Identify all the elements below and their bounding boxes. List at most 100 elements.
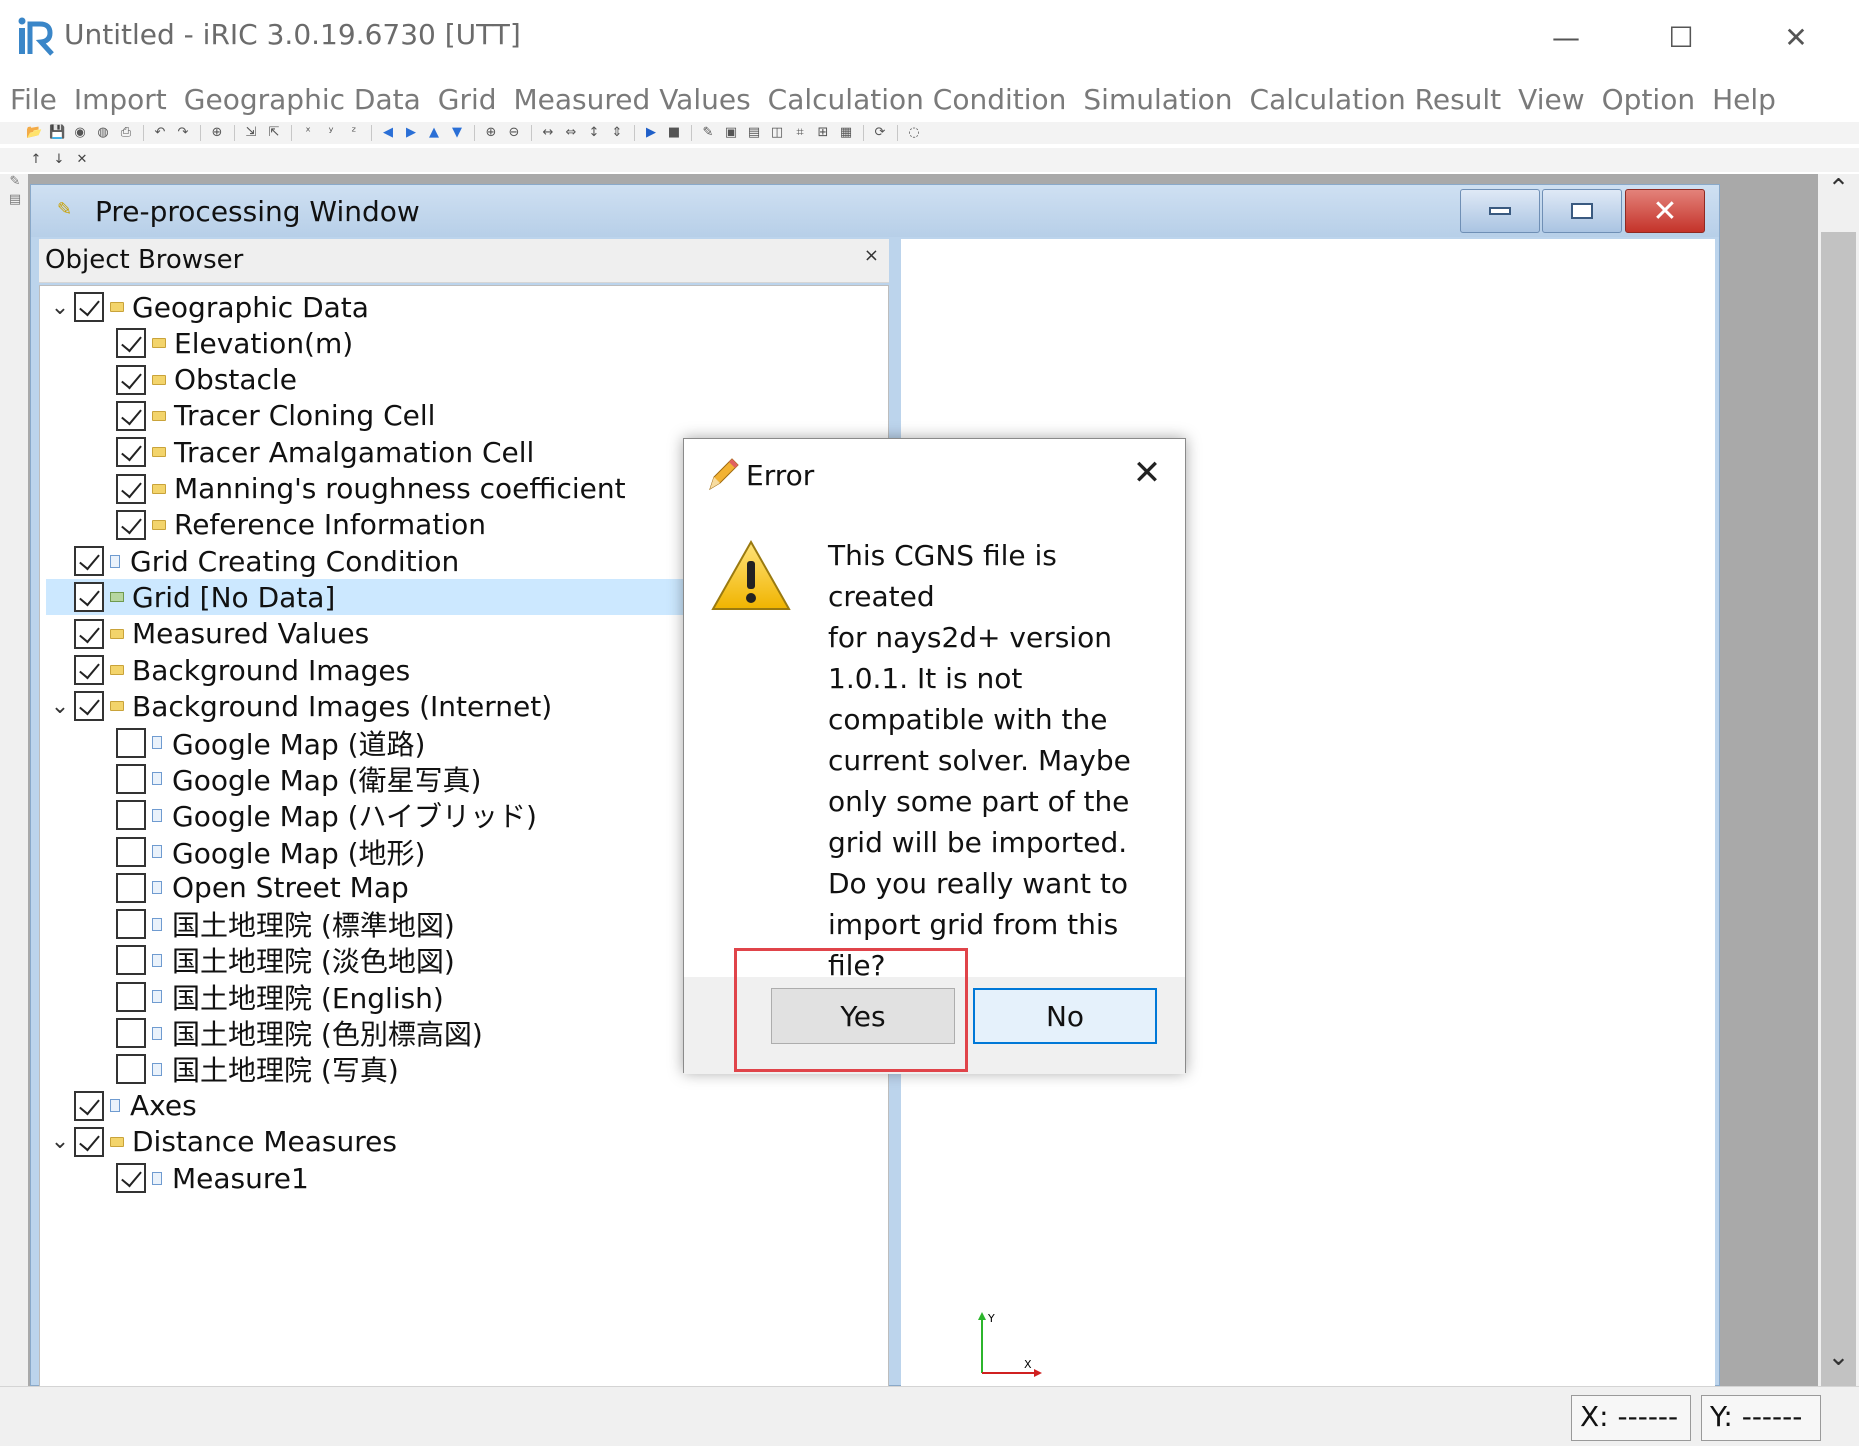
tree-item-checkbox[interactable] bbox=[116, 1018, 146, 1048]
vertical-scrollbar[interactable]: ⌃ ⌄ bbox=[1818, 174, 1859, 1428]
tree-item-checkbox[interactable] bbox=[116, 1163, 146, 1194]
tree-item[interactable]: Measured Values bbox=[46, 616, 369, 652]
scroll-down-icon[interactable]: ⌄ bbox=[1818, 1342, 1859, 1382]
tree-item-checkbox[interactable] bbox=[74, 1126, 104, 1157]
tree-item-checkbox[interactable] bbox=[74, 691, 104, 722]
property-dock-icon[interactable]: ▤ bbox=[6, 192, 24, 210]
stop-icon[interactable]: ■ bbox=[666, 125, 682, 141]
tree-item[interactable]: Manning's roughness coefficient bbox=[88, 471, 626, 507]
tree-item-checkbox[interactable] bbox=[74, 292, 104, 322]
tree-item[interactable]: Background Images bbox=[46, 652, 410, 688]
tree-item[interactable]: Tracer Amalgamation Cell bbox=[88, 434, 534, 470]
save-icon[interactable]: 💾 bbox=[49, 125, 65, 141]
tree-item[interactable]: Google Map (道路) bbox=[88, 725, 425, 761]
tree-item[interactable]: Reference Information bbox=[88, 507, 486, 543]
tree-item-checkbox[interactable] bbox=[74, 546, 104, 577]
graph-alt-icon[interactable]: ⊞ bbox=[815, 125, 831, 141]
snapshot-movie-icon[interactable]: ◍ bbox=[95, 125, 111, 141]
edit-icon[interactable]: ✎ bbox=[700, 125, 716, 141]
arrow-up-icon[interactable]: ↑ bbox=[28, 152, 44, 168]
x-axis-icon[interactable]: ˣ bbox=[300, 125, 316, 141]
tree-item[interactable]: 国土地理院 (写真) bbox=[88, 1051, 399, 1087]
object-browser-close-icon[interactable]: × bbox=[864, 245, 879, 266]
tree-item[interactable]: Elevation(m) bbox=[88, 325, 353, 361]
pre-window-titlebar[interactable]: ✎ Pre-processing Window ✕ bbox=[31, 185, 1719, 237]
view-3d-icon[interactable]: ◫ bbox=[769, 125, 785, 141]
menu-calculation-condition[interactable]: Calculation Condition bbox=[768, 83, 1067, 116]
refresh-icon[interactable]: ⟳ bbox=[872, 125, 888, 141]
menu-option[interactable]: Option bbox=[1602, 83, 1695, 116]
tree-item[interactable]: ⌄ Distance Measures bbox=[46, 1124, 397, 1160]
tree-item-checkbox[interactable] bbox=[74, 582, 104, 613]
no-button[interactable]: No bbox=[973, 988, 1157, 1044]
redo-icon[interactable]: ↷ bbox=[175, 125, 191, 141]
pre-window-restore-button[interactable] bbox=[1542, 189, 1622, 233]
minimize-button[interactable]: — bbox=[1526, 14, 1606, 60]
menu-import[interactable]: Import bbox=[74, 83, 167, 116]
menu-help[interactable]: Help bbox=[1712, 83, 1776, 116]
move-right-icon[interactable]: ▶ bbox=[403, 125, 419, 141]
pre-window-close-button[interactable]: ✕ bbox=[1625, 189, 1705, 233]
scroll-up-icon[interactable]: ⌃ bbox=[1818, 174, 1859, 214]
run-icon[interactable]: ▶ bbox=[643, 125, 659, 141]
tree-item-checkbox[interactable] bbox=[116, 400, 146, 431]
zoom-in-icon[interactable]: ⊕ bbox=[483, 125, 499, 141]
scrollbar-thumb[interactable] bbox=[1821, 232, 1856, 1428]
chevron-down-icon[interactable]: ⌄ bbox=[46, 1129, 74, 1154]
dialog-close-button[interactable]: ✕ bbox=[1127, 453, 1167, 493]
tree-item-checkbox[interactable] bbox=[116, 981, 146, 1012]
arrow-down-icon[interactable]: ↓ bbox=[51, 152, 67, 168]
tree-item[interactable]: Google Map (衛星写真) bbox=[88, 761, 481, 797]
tree-item-checkbox[interactable] bbox=[116, 800, 146, 831]
import-icon[interactable]: ⇲ bbox=[243, 125, 259, 141]
tree-item-checkbox[interactable] bbox=[116, 763, 146, 794]
tree-item-checkbox[interactable] bbox=[74, 1090, 104, 1121]
tree-item-checkbox[interactable] bbox=[116, 364, 146, 395]
tree-item-checkbox[interactable] bbox=[116, 872, 146, 903]
view-2d-icon[interactable]: ▣ bbox=[723, 125, 739, 141]
graph-table-icon[interactable]: ▦ bbox=[838, 125, 854, 141]
print-icon[interactable]: ⎙ bbox=[118, 125, 134, 141]
delete-icon[interactable]: ✕ bbox=[74, 152, 90, 168]
tree-item[interactable]: 国土地理院 (色別標高図) bbox=[88, 1015, 483, 1051]
menu-view[interactable]: View bbox=[1518, 83, 1584, 116]
tree-item-checkbox[interactable] bbox=[116, 909, 146, 940]
tree-item-checkbox[interactable] bbox=[116, 509, 146, 540]
move-left-icon[interactable]: ◀ bbox=[380, 125, 396, 141]
object-browser-dock-icon[interactable]: ✎ bbox=[6, 174, 24, 192]
pan-horizontal-alt-icon[interactable]: ⇔ bbox=[563, 125, 579, 141]
menu-simulation[interactable]: Simulation bbox=[1083, 83, 1232, 116]
tree-item[interactable]: Measure1 bbox=[88, 1160, 309, 1196]
menu-calculation-result[interactable]: Calculation Result bbox=[1250, 83, 1502, 116]
mouse-icon[interactable]: ◌ bbox=[906, 125, 922, 141]
tree-item[interactable]: ⌄ Geographic Data bbox=[46, 289, 369, 325]
menu-file[interactable]: File bbox=[10, 83, 57, 116]
tree-item[interactable]: Open Street Map bbox=[88, 870, 409, 906]
tree-item-checkbox[interactable] bbox=[116, 328, 146, 359]
tree-item-checkbox[interactable] bbox=[116, 836, 146, 867]
maximize-button[interactable]: ☐ bbox=[1641, 14, 1721, 60]
tree-item[interactable]: Google Map (地形) bbox=[88, 834, 425, 870]
tree-item[interactable]: 国土地理院 (淡色地図) bbox=[88, 942, 455, 978]
chevron-down-icon[interactable]: ⌄ bbox=[46, 694, 74, 719]
pan-horizontal-icon[interactable]: ↔ bbox=[540, 125, 556, 141]
tree-item[interactable]: Axes bbox=[46, 1088, 197, 1124]
move-up-icon[interactable]: ▲ bbox=[426, 125, 442, 141]
tree-item-checkbox[interactable] bbox=[116, 727, 146, 758]
tree-item[interactable]: Google Map (ハイブリッド) bbox=[88, 797, 537, 833]
tree-item-checkbox[interactable] bbox=[74, 618, 104, 649]
tree-item[interactable]: 国土地理院 (English) bbox=[88, 979, 444, 1015]
move-down-icon[interactable]: ▼ bbox=[449, 125, 465, 141]
chevron-down-icon[interactable]: ⌄ bbox=[46, 295, 74, 320]
close-button[interactable]: ✕ bbox=[1756, 14, 1836, 60]
open-icon[interactable]: 📂 bbox=[26, 125, 42, 141]
tree-item-checkbox[interactable] bbox=[116, 945, 146, 976]
tree-item[interactable]: Grid Creating Condition bbox=[46, 543, 459, 579]
menu-grid[interactable]: Grid bbox=[438, 83, 497, 116]
undo-icon[interactable]: ↶ bbox=[152, 125, 168, 141]
pan-vertical-alt-icon[interactable]: ⇕ bbox=[609, 125, 625, 141]
menu-measured-values[interactable]: Measured Values bbox=[514, 83, 751, 116]
tree-item[interactable]: 国土地理院 (標準地図) bbox=[88, 906, 455, 942]
graph-icon[interactable]: ⌗ bbox=[792, 125, 808, 141]
yes-button[interactable]: Yes bbox=[771, 988, 955, 1044]
